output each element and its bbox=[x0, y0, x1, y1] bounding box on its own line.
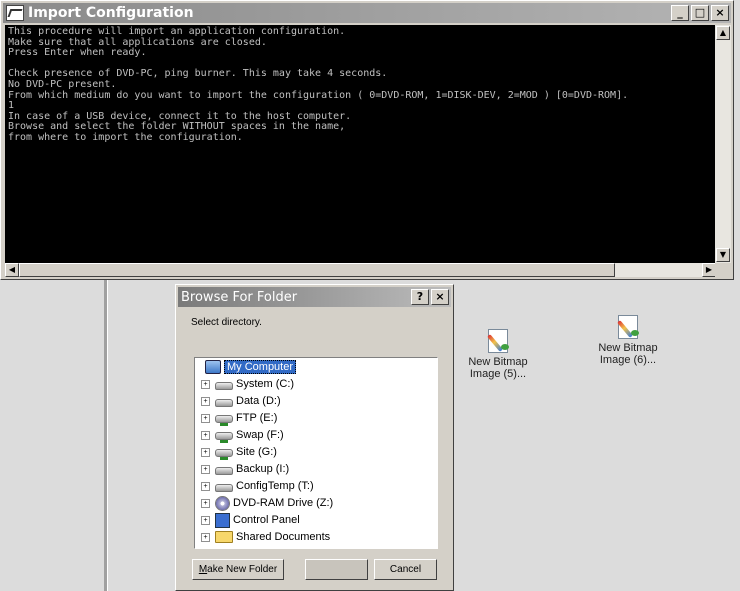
scroll-up-arrow-icon[interactable]: ▲ bbox=[716, 26, 730, 40]
tree-item-shared-documents[interactable]: + Shared Documents bbox=[201, 529, 330, 545]
drive-icon bbox=[215, 483, 233, 492]
scroll-left-arrow-icon[interactable]: ◀ bbox=[5, 263, 19, 277]
bitmap-file-icon bbox=[615, 313, 641, 339]
console-line: Browse and select the folder WITHOUT spa… bbox=[8, 121, 346, 133]
expand-plus-icon[interactable]: + bbox=[201, 515, 210, 525]
cancel-button[interactable]: Cancel bbox=[374, 559, 437, 580]
tree-item-label: ConfigTemp (T:) bbox=[236, 480, 314, 492]
horizontal-scrollbar[interactable]: ◀ ▶ bbox=[5, 263, 716, 277]
control-panel-icon bbox=[215, 512, 230, 528]
desktop-divider bbox=[104, 280, 108, 591]
console-line: This procedure will import an applicatio… bbox=[8, 26, 346, 37]
horizontal-scroll-thumb[interactable] bbox=[19, 263, 615, 277]
maximize-button[interactable]: □ bbox=[691, 5, 709, 21]
dialog-prompt: Select directory. bbox=[191, 317, 262, 328]
tree-item-label: System (C:) bbox=[236, 378, 295, 390]
tree-item-swap-f[interactable]: + Swap (F:) bbox=[201, 427, 284, 443]
make-new-folder-button[interactable]: Make New Folder bbox=[192, 559, 284, 580]
expand-plus-icon[interactable]: + bbox=[201, 430, 210, 440]
help-button[interactable]: ? bbox=[411, 289, 429, 305]
ok-label: OK bbox=[329, 564, 344, 575]
folder-tree[interactable]: My Computer + System (C:) + Data (D:) + … bbox=[194, 357, 438, 549]
expand-plus-icon[interactable]: + bbox=[201, 498, 210, 508]
scroll-right-arrow-icon[interactable]: ▶ bbox=[702, 263, 716, 277]
ok-button[interactable]: OK bbox=[305, 559, 368, 580]
scroll-down-arrow-icon[interactable]: ▼ bbox=[716, 248, 730, 262]
console-line: from where to import the configuration. bbox=[8, 131, 243, 143]
tree-item-configtemp-t[interactable]: + ConfigTemp (T:) bbox=[201, 478, 314, 494]
bitmap-file-icon bbox=[485, 327, 511, 353]
console-titlebar[interactable]: Import Configuration _ □ × bbox=[3, 3, 731, 23]
expand-plus-icon[interactable]: + bbox=[201, 532, 210, 542]
tree-item-label: Swap (F:) bbox=[236, 429, 284, 441]
vertical-scrollbar[interactable]: ▲ ▼ bbox=[715, 25, 731, 263]
tree-item-label: DVD-RAM Drive (Z:) bbox=[233, 497, 334, 509]
drive-icon bbox=[215, 466, 233, 475]
close-button[interactable]: × bbox=[711, 5, 729, 21]
tree-item-label: My Computer bbox=[224, 360, 297, 374]
desktop-icon-label: New Bitmap bbox=[468, 356, 528, 368]
mnemonic-letter: M bbox=[198, 564, 208, 575]
desktop-icon-bitmap-5[interactable]: New Bitmap Image (5)... bbox=[453, 327, 543, 380]
tree-item-label: Site (G:) bbox=[236, 446, 277, 458]
minimize-button[interactable]: _ bbox=[671, 5, 689, 21]
folder-icon bbox=[215, 531, 233, 543]
tree-item-system-c[interactable]: + System (C:) bbox=[201, 376, 294, 392]
dialog-title: Browse For Folder bbox=[181, 289, 298, 305]
console-line: Check presence of DVD-PC, ping burner. T… bbox=[8, 68, 388, 80]
dialog-titlebar[interactable]: Browse For Folder ? × bbox=[178, 287, 451, 307]
console-line: Make sure that all applications are clos… bbox=[8, 36, 267, 48]
button-label: ake New Folder bbox=[207, 564, 278, 575]
tree-item-backup-i[interactable]: + Backup (I:) bbox=[201, 461, 289, 477]
tree-item-ftp-e[interactable]: + FTP (E:) bbox=[201, 410, 277, 426]
expand-plus-icon[interactable]: + bbox=[201, 413, 210, 423]
tree-item-data-d[interactable]: + Data (D:) bbox=[201, 393, 281, 409]
tree-item-my-computer[interactable]: My Computer bbox=[205, 359, 297, 375]
expand-plus-icon[interactable]: + bbox=[201, 464, 210, 474]
tree-item-label: FTP (E:) bbox=[236, 412, 278, 424]
console-window: Import Configuration _ □ × This procedur… bbox=[0, 0, 734, 280]
console-line: Press Enter when ready. bbox=[8, 47, 147, 59]
console-line: 1 bbox=[8, 100, 15, 112]
tree-item-label: Shared Documents bbox=[236, 531, 331, 543]
expand-plus-icon[interactable]: + bbox=[201, 396, 210, 406]
console-title: Import Configuration bbox=[28, 5, 194, 21]
console-line: From which medium do you want to import … bbox=[8, 89, 629, 101]
network-drive-icon bbox=[215, 432, 233, 443]
tree-item-dvd-ram-z[interactable]: + DVD-RAM Drive (Z:) bbox=[201, 495, 333, 511]
console-line: No DVD-PC present. bbox=[8, 78, 117, 90]
desktop-icon-label: Image (6)... bbox=[599, 354, 657, 366]
tree-item-control-panel[interactable]: + Control Panel bbox=[201, 512, 300, 528]
expand-plus-icon[interactable]: + bbox=[201, 447, 210, 457]
console-app-icon[interactable] bbox=[6, 5, 24, 21]
network-drive-icon bbox=[215, 415, 233, 426]
console-output[interactable]: This procedure will import an applicatio… bbox=[5, 25, 716, 263]
network-drive-icon bbox=[215, 449, 233, 460]
expand-plus-icon[interactable]: + bbox=[201, 481, 210, 491]
tree-item-label: Control Panel bbox=[233, 514, 300, 526]
tree-item-site-g[interactable]: + Site (G:) bbox=[201, 444, 277, 460]
desktop-icon-label: New Bitmap bbox=[598, 342, 658, 354]
drive-icon bbox=[215, 398, 233, 407]
dialog-close-button[interactable]: × bbox=[431, 289, 449, 305]
console-text: This procedure will import an applicatio… bbox=[5, 25, 716, 146]
browse-for-folder-dialog: Browse For Folder ? × Select directory. … bbox=[175, 284, 454, 591]
desktop-icon-bitmap-6[interactable]: New Bitmap Image (6)... bbox=[583, 313, 673, 366]
computer-icon bbox=[205, 360, 221, 374]
expand-plus-icon[interactable]: + bbox=[201, 379, 210, 389]
tree-item-label: Data (D:) bbox=[236, 395, 281, 407]
desktop-icon-label: Image (5)... bbox=[469, 368, 527, 380]
tree-item-label: Backup (I:) bbox=[236, 463, 290, 475]
drive-icon bbox=[215, 381, 233, 390]
dvd-drive-icon bbox=[215, 495, 230, 511]
resize-grip[interactable] bbox=[715, 263, 731, 277]
console-line: In case of a USB device, connect it to t… bbox=[8, 110, 352, 122]
